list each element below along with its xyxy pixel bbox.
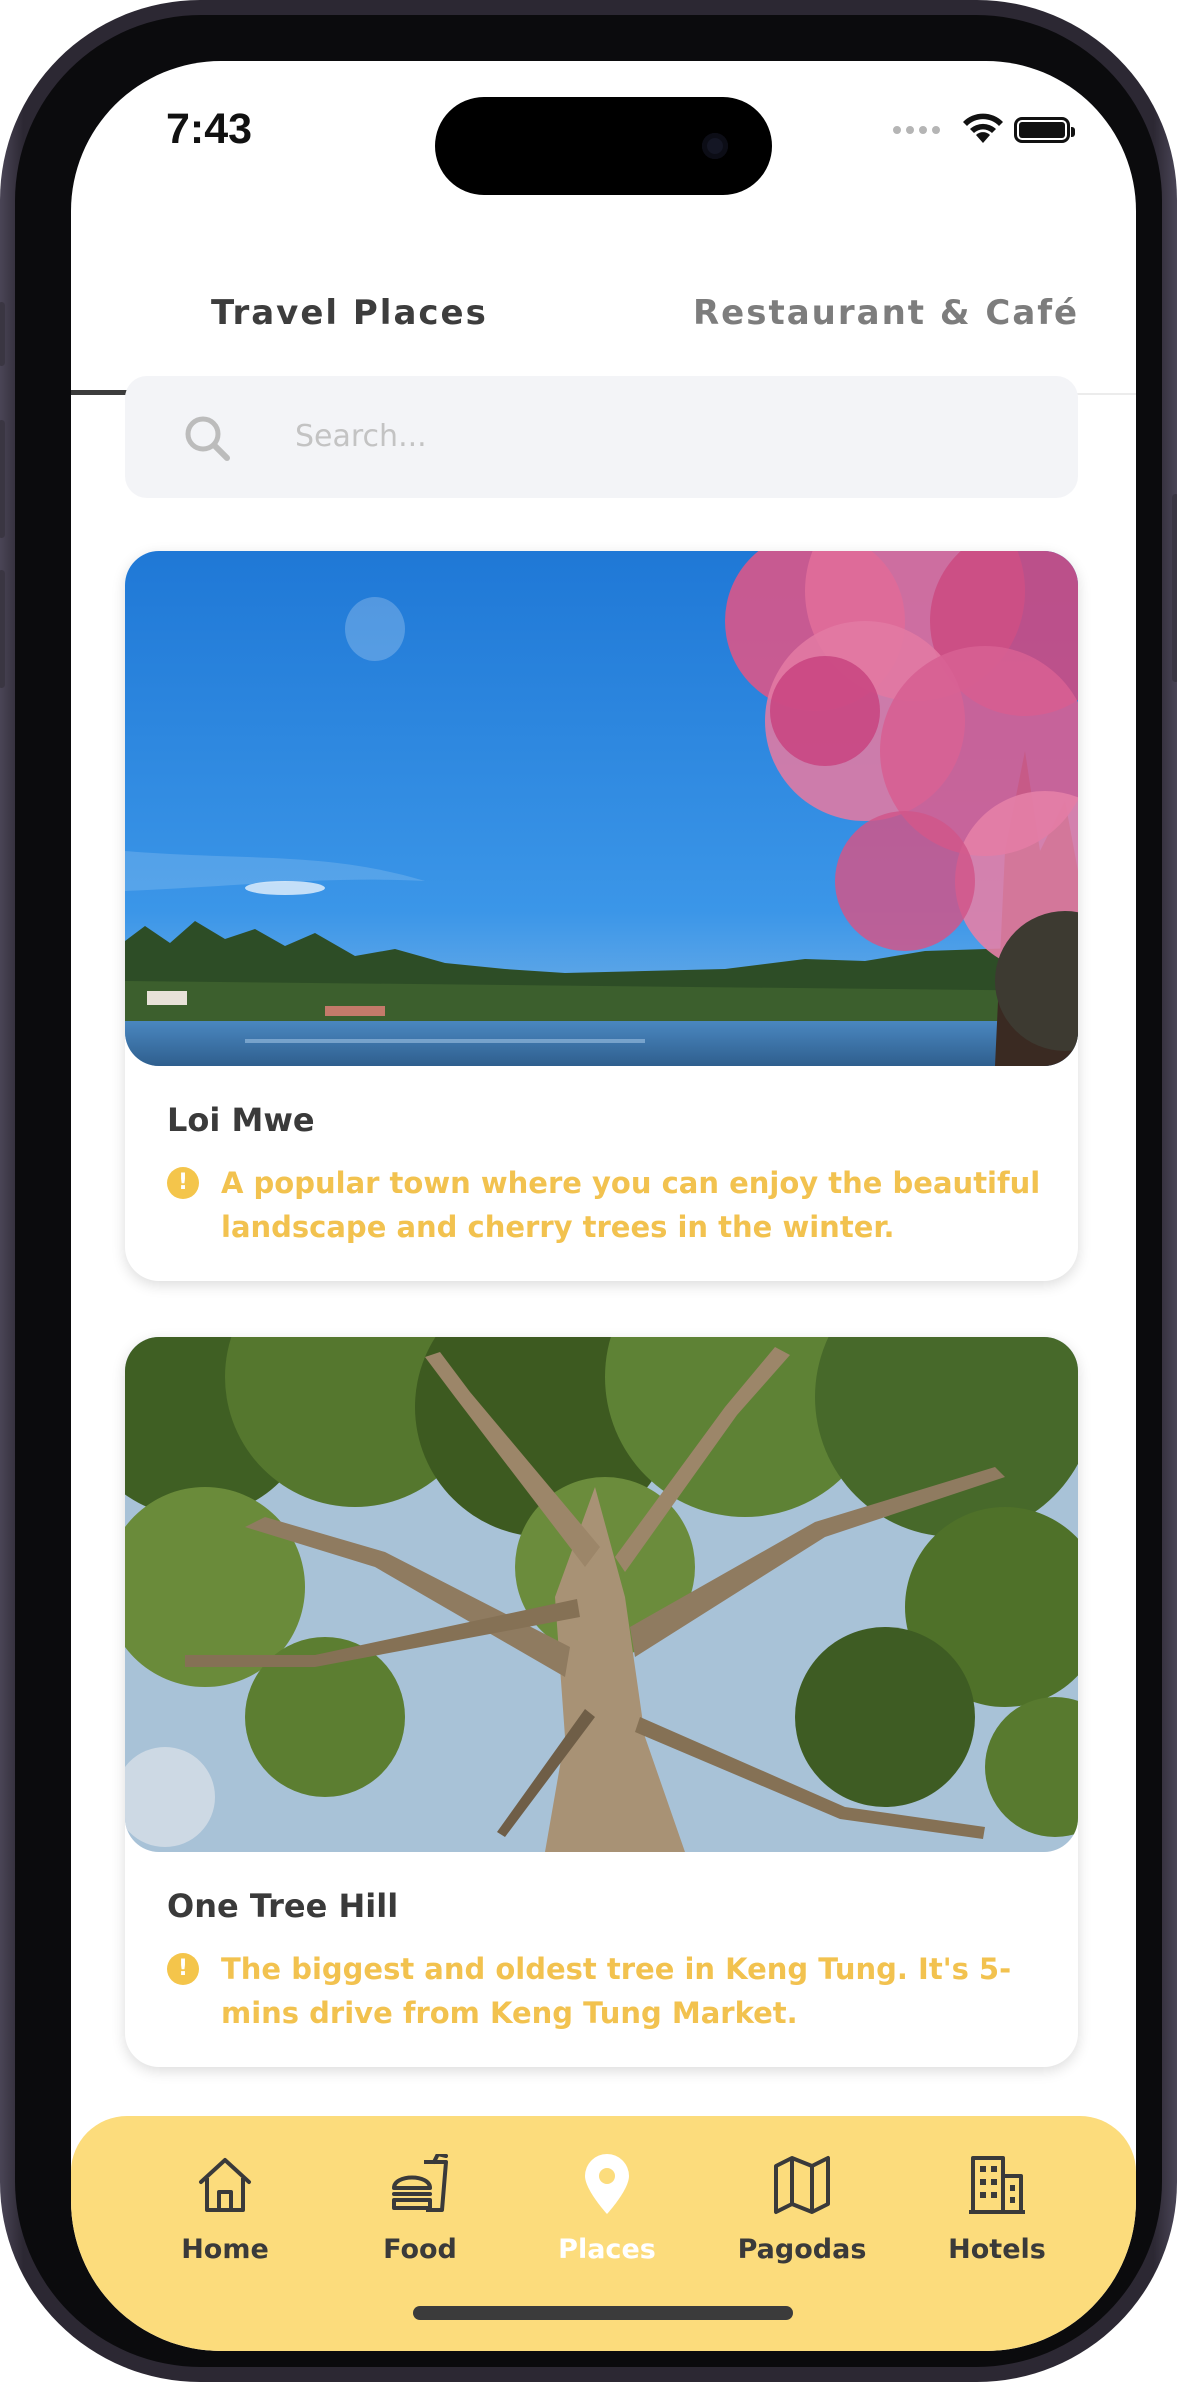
info-icon: !	[167, 1953, 199, 1985]
bezel: 7:43 Travel Places Restaurant & Café Sea…	[15, 15, 1162, 2367]
info-icon: !	[167, 1167, 199, 1199]
place-description: A popular town where you can enjoy the b…	[221, 1166, 1041, 1244]
place-title: One Tree Hill	[167, 1887, 399, 1925]
place-info: ! The biggest and oldest tree in Keng Tu…	[167, 1947, 1037, 2030]
nav-label: Food	[383, 2234, 457, 2265]
place-image	[125, 551, 1078, 1066]
tab-travel-places[interactable]: Travel Places	[211, 293, 488, 333]
status-time: 7:43	[166, 105, 253, 153]
place-info: ! A popular town where you can enjoy the…	[167, 1161, 1040, 1244]
map-icon	[774, 2156, 830, 2214]
nav-home[interactable]: Home	[135, 2154, 315, 2294]
lake-photo	[125, 551, 1078, 1066]
wifi-icon	[963, 113, 1003, 143]
place-card[interactable]: Loi Mwe ! A popular town where you can e…	[125, 551, 1078, 1281]
nav-pagodas[interactable]: Pagodas	[712, 2154, 892, 2294]
front-camera	[702, 133, 728, 159]
home-indicator[interactable]	[413, 2306, 793, 2320]
screen: 7:43 Travel Places Restaurant & Café Sea…	[71, 61, 1136, 2351]
home-icon	[199, 2158, 251, 2212]
nav-label: Places	[558, 2234, 656, 2265]
battery-icon	[1014, 117, 1075, 143]
status-icons	[893, 113, 1123, 143]
nav-hotels[interactable]: Hotels	[907, 2154, 1087, 2294]
volume-up-button	[0, 420, 5, 538]
nav-places[interactable]: Places	[517, 2154, 697, 2294]
search-input[interactable]: Search...	[295, 419, 427, 454]
dynamic-island	[435, 97, 772, 195]
building-icon	[969, 2156, 1025, 2214]
power-button	[1172, 494, 1177, 682]
place-card[interactable]: One Tree Hill ! The biggest and oldest t…	[125, 1337, 1078, 2067]
action-button	[0, 302, 5, 366]
segment-tabs: Travel Places Restaurant & Café	[71, 231, 1136, 395]
cellular-signal-icon	[893, 126, 940, 134]
search-icon	[185, 416, 230, 461]
nav-label: Hotels	[948, 2234, 1046, 2265]
place-image	[125, 1337, 1078, 1852]
tree-photo	[125, 1337, 1078, 1852]
map-pin-icon	[585, 2154, 629, 2214]
food-icon	[392, 2154, 448, 2212]
tab-restaurant-cafe[interactable]: Restaurant & Café	[693, 293, 1079, 333]
place-title: Loi Mwe	[167, 1101, 315, 1139]
place-description: The biggest and oldest tree in Keng Tung…	[221, 1952, 1012, 2030]
volume-down-button	[0, 570, 5, 688]
nav-label: Home	[181, 2234, 269, 2265]
phone-frame: 7:43 Travel Places Restaurant & Café Sea…	[0, 0, 1177, 2382]
nav-label: Pagodas	[737, 2234, 867, 2265]
search-bar[interactable]: Search...	[125, 376, 1078, 498]
nav-food[interactable]: Food	[330, 2154, 510, 2294]
